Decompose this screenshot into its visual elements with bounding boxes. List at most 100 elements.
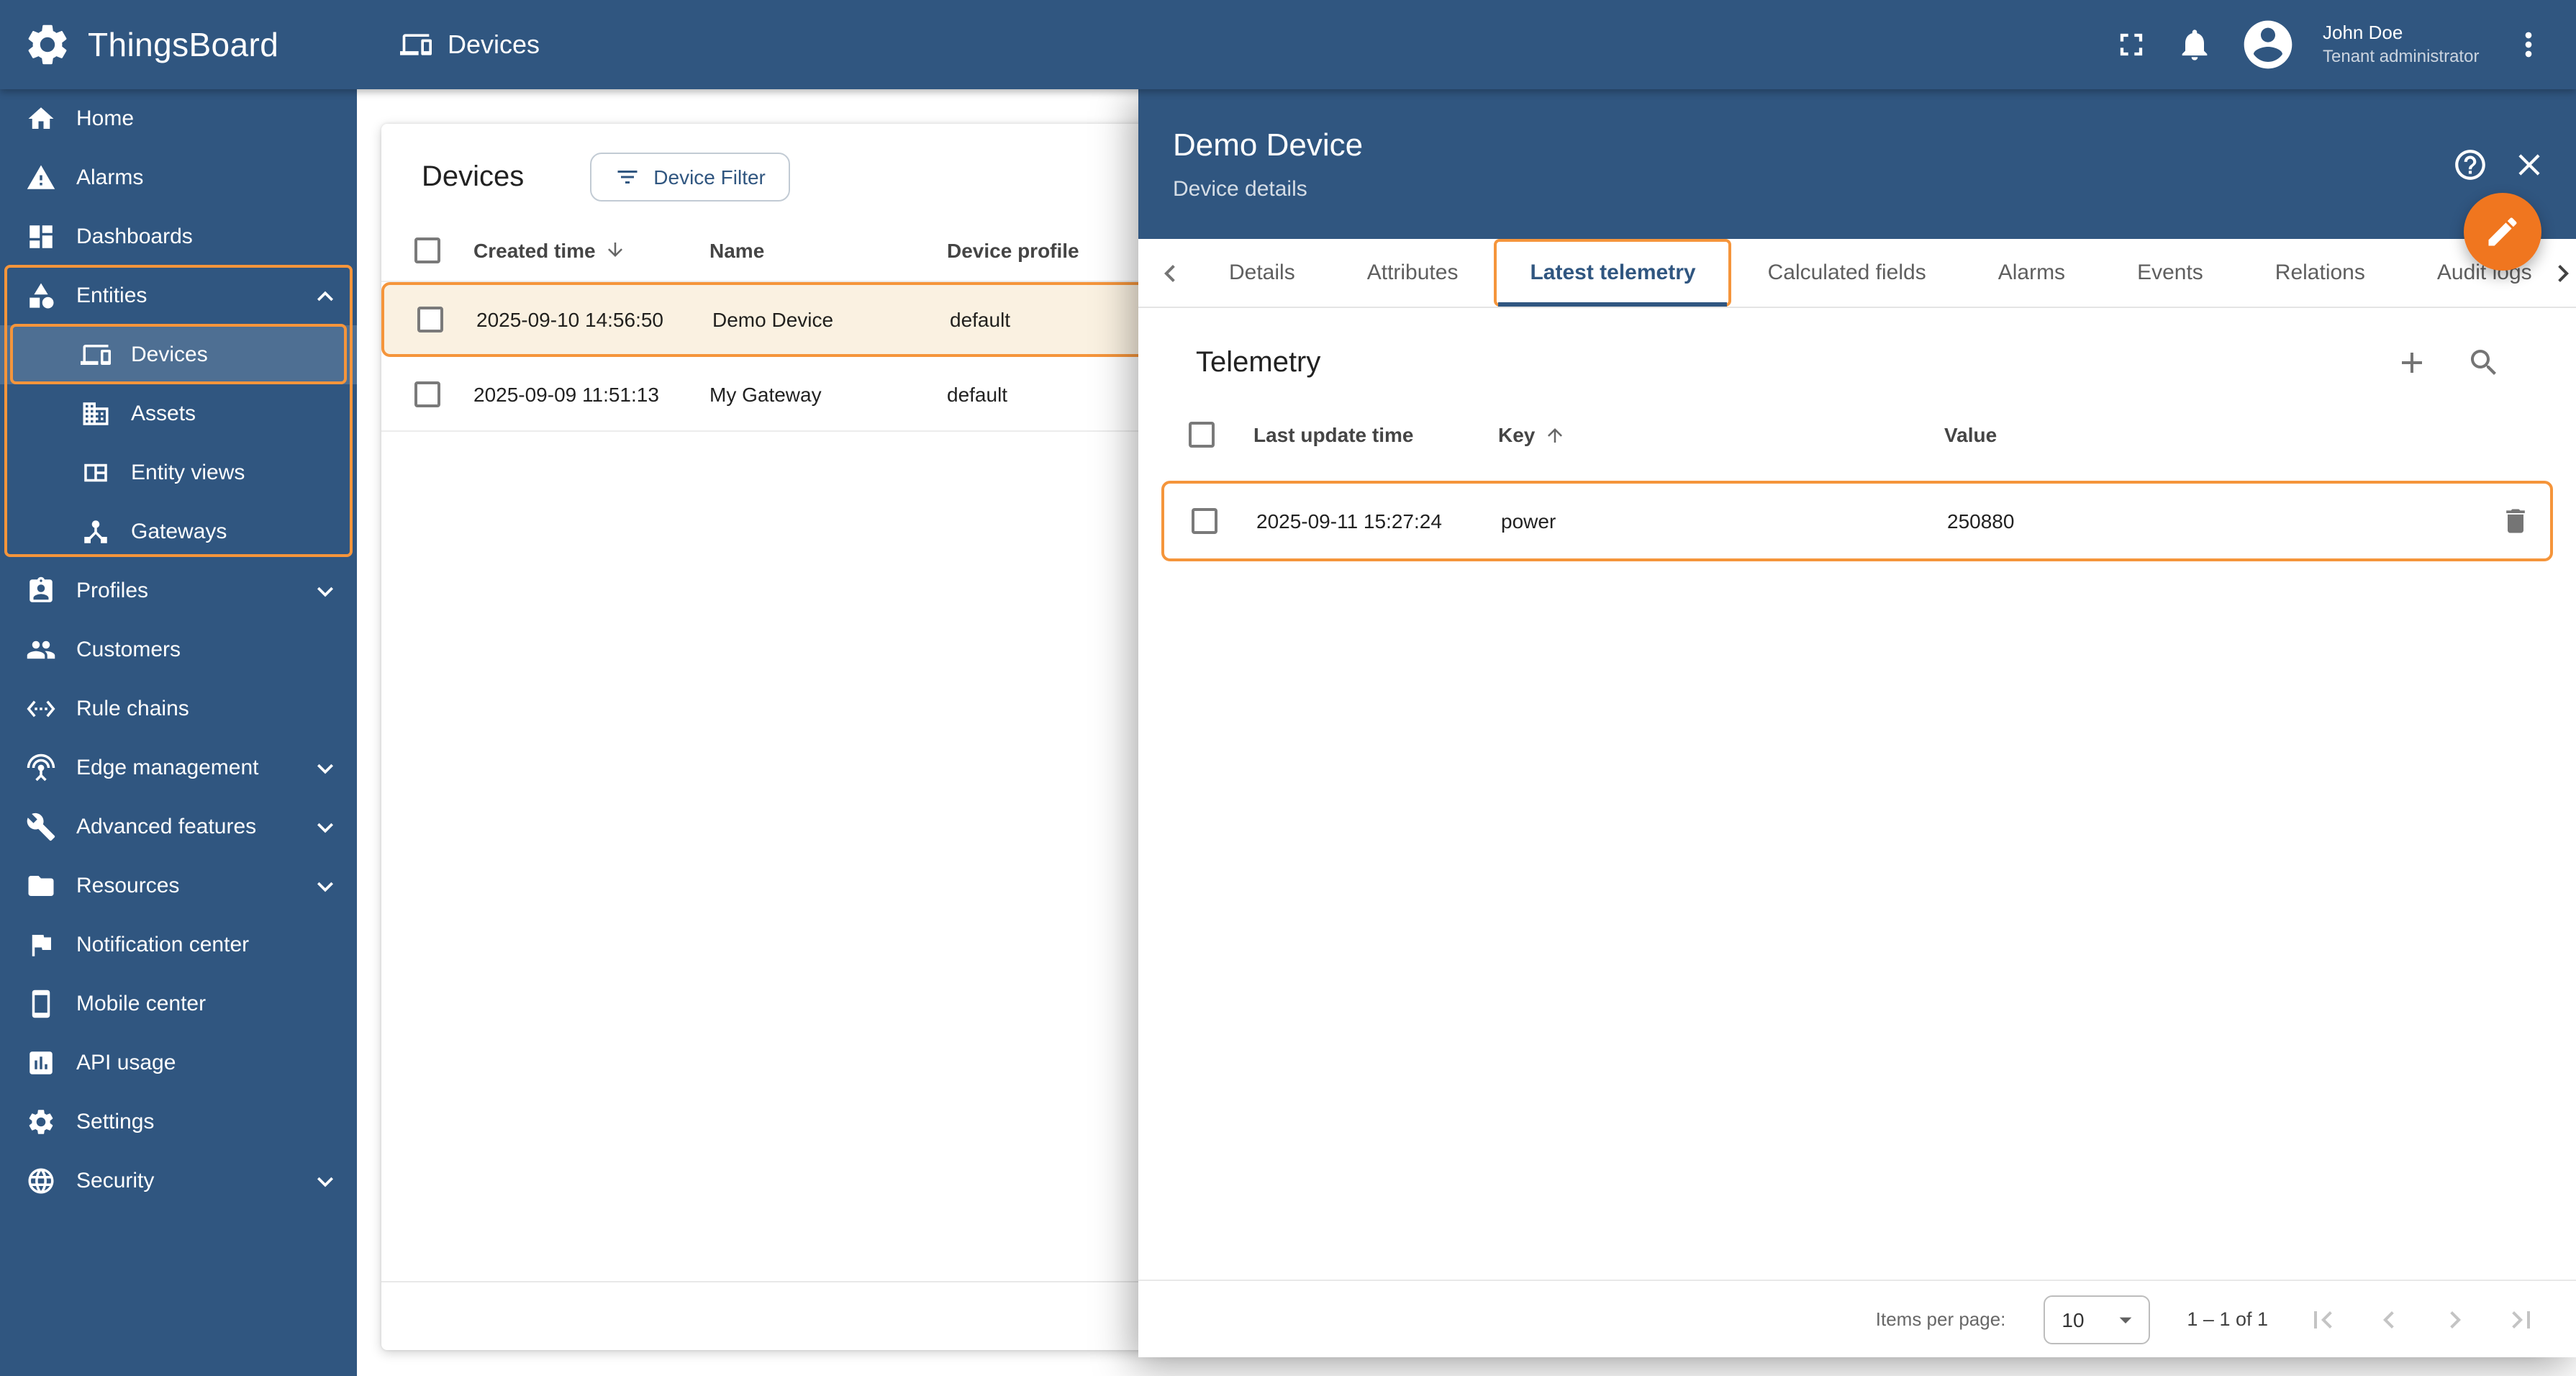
user-info[interactable]: John Doe Tenant administrator	[2323, 22, 2484, 68]
sidebar-item-assets[interactable]: Assets	[0, 384, 357, 443]
row-checkbox[interactable]	[417, 307, 443, 332]
notifications-icon[interactable]	[2176, 26, 2213, 63]
devices-icon	[81, 340, 111, 370]
sidebar-item-devices[interactable]: Devices	[0, 325, 357, 384]
column-header-value[interactable]: Value	[1933, 423, 2484, 446]
sidebar-item-customers[interactable]: Customers	[0, 620, 357, 679]
sidebar-item-api-usage[interactable]: API usage	[0, 1033, 357, 1092]
last-page-icon[interactable]	[2504, 1302, 2539, 1336]
telemetry-row-power[interactable]: 2025-09-11 15:27:24 power 250880	[1161, 481, 2553, 561]
tab-details[interactable]: Details	[1193, 239, 1331, 307]
cell-name: Demo Device	[712, 308, 834, 331]
first-page-icon[interactable]	[2305, 1302, 2340, 1336]
details-tab-bar: Details Attributes Latest telemetry Calc…	[1138, 239, 2576, 308]
column-header-name[interactable]: Name	[709, 238, 947, 261]
device-filter-button[interactable]: Device Filter	[590, 153, 790, 202]
telemetry-head: Telemetry	[1161, 308, 2553, 403]
drawer-header: Demo Device Device details	[1138, 89, 2576, 239]
sidebar-item-label: Notification center	[76, 933, 250, 957]
tab-label: Details	[1229, 261, 1295, 285]
sort-desc-icon	[604, 239, 626, 261]
sidebar-item-profiles[interactable]: Profiles	[0, 561, 357, 620]
sidebar-item-rule-chains[interactable]: Rule chains	[0, 679, 357, 738]
column-label: Key	[1498, 423, 1536, 446]
tab-latest-telemetry[interactable]: Latest telemetry	[1494, 239, 1731, 307]
sidebar-item-mobile-center[interactable]: Mobile center	[0, 974, 357, 1033]
sidebar-item-label: Rule chains	[76, 697, 189, 721]
delete-telemetry-icon[interactable]	[2500, 505, 2531, 537]
sidebar-item-label: Home	[76, 107, 135, 131]
assets-icon	[81, 399, 111, 429]
home-icon	[26, 104, 56, 134]
tab-events[interactable]: Events	[2101, 239, 2239, 307]
sidebar-item-notification-center[interactable]: Notification center	[0, 915, 357, 974]
filter-icon	[614, 164, 640, 190]
entities-icon	[26, 281, 56, 311]
sidebar-item-advanced-features[interactable]: Advanced features	[0, 797, 357, 856]
column-label: Value	[1944, 423, 1997, 446]
sidebar-item-label: Entity views	[131, 461, 245, 485]
chevron-down-icon	[309, 870, 341, 902]
prev-page-icon[interactable]	[2372, 1302, 2406, 1336]
chevron-right-icon	[2546, 255, 2576, 290]
tabs-scroll-right-icon[interactable]	[2540, 239, 2576, 307]
edit-device-fab[interactable]	[2464, 193, 2541, 271]
more-menu-icon[interactable]	[2510, 26, 2547, 63]
tabs-scroll-left-icon[interactable]	[1147, 239, 1193, 307]
drawer-header-actions	[2452, 146, 2547, 182]
add-telemetry-icon[interactable]	[2395, 345, 2429, 380]
search-icon[interactable]	[2467, 345, 2501, 380]
select-all-checkbox[interactable]	[1189, 422, 1215, 448]
row-checkbox[interactable]	[1192, 508, 1217, 534]
chevron-down-icon	[309, 575, 341, 607]
items-per-page-select[interactable]: 10	[2043, 1295, 2150, 1344]
column-label: Last update time	[1253, 423, 1414, 446]
items-per-page-label: Items per page:	[1875, 1308, 2006, 1330]
sidebar-item-resources[interactable]: Resources	[0, 856, 357, 915]
sidebar-item-label: Dashboards	[76, 225, 193, 249]
column-label: Created time	[473, 238, 596, 261]
sidebar-item-label: Security	[76, 1169, 155, 1193]
topbar-actions: John Doe Tenant administrator	[2113, 16, 2576, 73]
sidebar-item-security[interactable]: Security	[0, 1151, 357, 1210]
sidebar-item-entities[interactable]: Entities	[0, 266, 357, 325]
sidebar-item-label: Entities	[76, 284, 148, 308]
column-header-key[interactable]: Key	[1487, 423, 1933, 446]
sidebar-item-label: API usage	[76, 1051, 176, 1075]
sidebar-item-home[interactable]: Home	[0, 89, 357, 148]
tab-label: Latest telemetry	[1530, 261, 1696, 285]
sidebar-item-dashboards[interactable]: Dashboards	[0, 207, 357, 266]
sidebar-item-gateways[interactable]: Gateways	[0, 502, 357, 561]
column-header-created-time[interactable]: Created time	[473, 238, 709, 261]
tab-alarms[interactable]: Alarms	[1962, 239, 2101, 307]
tab-calculated-fields[interactable]: Calculated fields	[1732, 239, 1962, 307]
api-usage-icon	[26, 1048, 56, 1078]
mobile-center-icon	[26, 989, 56, 1019]
chevron-up-icon	[309, 280, 341, 312]
tab-relations[interactable]: Relations	[2239, 239, 2401, 307]
tab-label: Calculated fields	[1767, 261, 1926, 285]
cell-created-time: 2025-09-09 11:51:13	[473, 382, 659, 405]
row-checkbox[interactable]	[414, 381, 440, 407]
sidebar-item-settings[interactable]: Settings	[0, 1092, 357, 1151]
avatar[interactable]	[2239, 16, 2297, 73]
user-name: John Doe	[2323, 21, 2403, 43]
sidebar-item-label: Settings	[76, 1110, 155, 1134]
help-icon[interactable]	[2452, 146, 2488, 182]
sidebar-item-label: Devices	[131, 343, 208, 367]
fullscreen-icon[interactable]	[2113, 26, 2150, 63]
devices-page-icon	[400, 29, 432, 60]
sidebar-item-entity-views[interactable]: Entity views	[0, 443, 357, 502]
close-drawer-icon[interactable]	[2511, 146, 2547, 182]
brand[interactable]: ThingsBoard	[0, 20, 363, 69]
next-page-icon[interactable]	[2438, 1302, 2472, 1336]
gateways-icon	[81, 517, 111, 547]
cell-name: My Gateway	[709, 382, 822, 405]
select-all-checkbox[interactable]	[414, 237, 440, 263]
column-header-last-update-time[interactable]: Last update time	[1242, 423, 1487, 446]
sidebar-item-alarms[interactable]: Alarms	[0, 148, 357, 207]
telemetry-pagination: Items per page: 10 1 – 1 of 1	[1138, 1280, 2576, 1357]
sidebar-item-edge-management[interactable]: Edge management	[0, 738, 357, 797]
tab-attributes[interactable]: Attributes	[1331, 239, 1495, 307]
sidebar-item-label: Gateways	[131, 520, 227, 544]
